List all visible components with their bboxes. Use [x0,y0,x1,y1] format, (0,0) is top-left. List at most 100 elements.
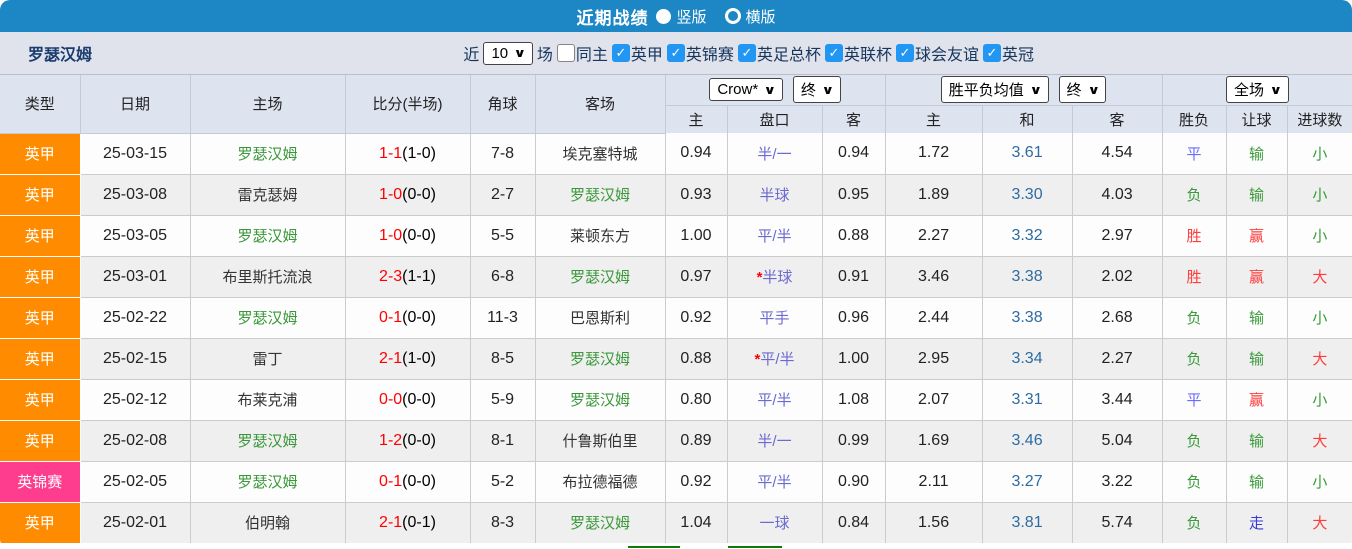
home-team-link[interactable]: 伯明翰 [190,502,345,543]
halftime-score: (1-1) [402,268,436,285]
check-icon: ✓ [741,45,752,61]
league-label-4[interactable]: 球会友谊 [915,41,979,65]
handicap-result: 输 [1226,174,1287,215]
away-team-link[interactable]: 什鲁斯伯里 [535,420,665,461]
corners: 5-2 [470,461,535,502]
league-type-badge: 英甲 [0,297,80,338]
handicap-line: 平/半 [757,392,791,409]
layout-radio-group: 竖版 横版 [656,6,775,27]
league-label-0[interactable]: 英甲 [631,41,663,65]
table-row: 英甲 25-02-15 雷丁 2-1(1-0) 8-5 罗瑟汉姆 0.88 *平… [0,338,1352,379]
fulltime-select[interactable]: 全场 ∨ [1226,76,1289,103]
fulltime-score: 0-1 [379,473,402,490]
check-icon: ✓ [829,45,840,61]
match-result: 负 [1162,338,1226,379]
partial-underline [628,546,680,548]
home-odds: 1.04 [665,502,727,543]
league-checkbox-3[interactable]: ✓ [825,44,843,62]
avg-home-odds: 2.44 [885,297,982,338]
goals-result: 大 [1287,420,1352,461]
home-team-link[interactable]: 雷丁 [190,338,345,379]
subcol-handicap-result: 让球 [1226,105,1287,133]
score-cell: 2-1(0-1) [345,502,470,543]
table-row: 英锦赛 25-02-05 罗瑟汉姆 0-1(0-0) 5-2 布拉德福德 0.9… [0,461,1352,502]
away-team-link[interactable]: 罗瑟汉姆 [535,502,665,543]
subcol-avg-away: 客 [1072,105,1162,133]
subcol-odds-away: 客 [822,105,885,133]
match-count-select[interactable]: 10 ∨ [483,42,532,65]
league-checkbox-0[interactable]: ✓ [612,44,630,62]
home-team-link[interactable]: 罗瑟汉姆 [190,297,345,338]
handicap-line: 一球 [759,515,789,532]
goals-result: 小 [1287,133,1352,174]
odds-state-select[interactable]: 终 ∨ [793,76,841,103]
away-odds: 0.96 [822,297,885,338]
avg-away-odds: 5.74 [1072,502,1162,543]
league-label-2[interactable]: 英足总杯 [757,41,821,65]
away-team-link[interactable]: 罗瑟汉姆 [535,379,665,420]
home-team-link[interactable]: 罗瑟汉姆 [190,461,345,502]
halftime-score: (0-0) [402,432,436,449]
match-result: 平 [1162,133,1226,174]
away-odds: 0.95 [822,174,885,215]
handicap-line: 平/半 [757,228,791,245]
league-checkbox-4[interactable]: ✓ [896,44,914,62]
away-odds: 0.90 [822,461,885,502]
away-team-link[interactable]: 罗瑟汉姆 [535,174,665,215]
match-result: 负 [1162,297,1226,338]
away-team-link[interactable]: 罗瑟汉姆 [535,338,665,379]
handicap-result: 输 [1226,338,1287,379]
league-type-badge: 英甲 [0,420,80,461]
score-cell: 1-0(0-0) [345,174,470,215]
avg-select[interactable]: 胜平负均值 ∨ [941,76,1049,103]
handicap-cell: 平/半 [727,461,822,502]
away-team-link[interactable]: 巴恩斯利 [535,297,665,338]
home-team-link[interactable]: 罗瑟汉姆 [190,133,345,174]
match-date: 25-03-01 [80,256,190,297]
league-type-badge: 英甲 [0,256,80,297]
away-odds: 0.94 [822,133,885,174]
home-team-link[interactable]: 布里斯托流浪 [190,256,345,297]
match-result: 负 [1162,174,1226,215]
league-checkbox-1[interactable]: ✓ [667,44,685,62]
league-label-3[interactable]: 英联杯 [844,41,892,65]
check-icon: ✓ [615,45,626,61]
partial-next-row [0,543,1352,549]
match-date: 25-02-22 [80,297,190,338]
score-cell: 2-3(1-1) [345,256,470,297]
avg-state-select[interactable]: 终 ∨ [1059,76,1107,103]
handicap-line: 平/半 [760,351,794,368]
same-home-label[interactable]: 同主 [576,41,608,65]
handicap-cell: 平/半 [727,215,822,256]
match-date: 25-02-12 [80,379,190,420]
away-team-link[interactable]: 莱顿东方 [535,215,665,256]
home-team-link[interactable]: 罗瑟汉姆 [190,420,345,461]
league-type-badge: 英甲 [0,379,80,420]
home-team-link[interactable]: 布莱克浦 [190,379,345,420]
radio-horizontal-label[interactable]: 横版 [746,6,776,27]
away-team-link[interactable]: 埃克塞特城 [535,133,665,174]
league-checkbox-2[interactable]: ✓ [738,44,756,62]
home-team-link[interactable]: 雷克瑟姆 [190,174,345,215]
avg-away-odds: 4.03 [1072,174,1162,215]
league-label-1[interactable]: 英锦赛 [686,41,734,65]
fulltime-score: 1-0 [379,186,402,203]
home-team-link[interactable]: 罗瑟汉姆 [190,215,345,256]
away-team-link[interactable]: 布拉德福德 [535,461,665,502]
radio-horizontal-icon[interactable] [725,8,741,24]
check-icon: ✓ [670,45,681,61]
league-label-5[interactable]: 英冠 [1002,41,1034,65]
same-home-checkbox[interactable] [557,44,575,62]
handicap-cell: 平手 [727,297,822,338]
radio-vertical-label[interactable]: 竖版 [676,6,706,27]
away-team-link[interactable]: 罗瑟汉姆 [535,256,665,297]
bookmaker-select[interactable]: Crow* ∨ [709,78,783,101]
score-cell: 2-1(1-0) [345,338,470,379]
league-checkbox-5[interactable]: ✓ [983,44,1001,62]
radio-vertical-selected-icon[interactable] [656,9,671,24]
match-result: 胜 [1162,256,1226,297]
check-icon: ✓ [987,45,998,61]
home-odds: 0.88 [665,338,727,379]
avg-away-odds: 3.44 [1072,379,1162,420]
home-odds: 1.00 [665,215,727,256]
